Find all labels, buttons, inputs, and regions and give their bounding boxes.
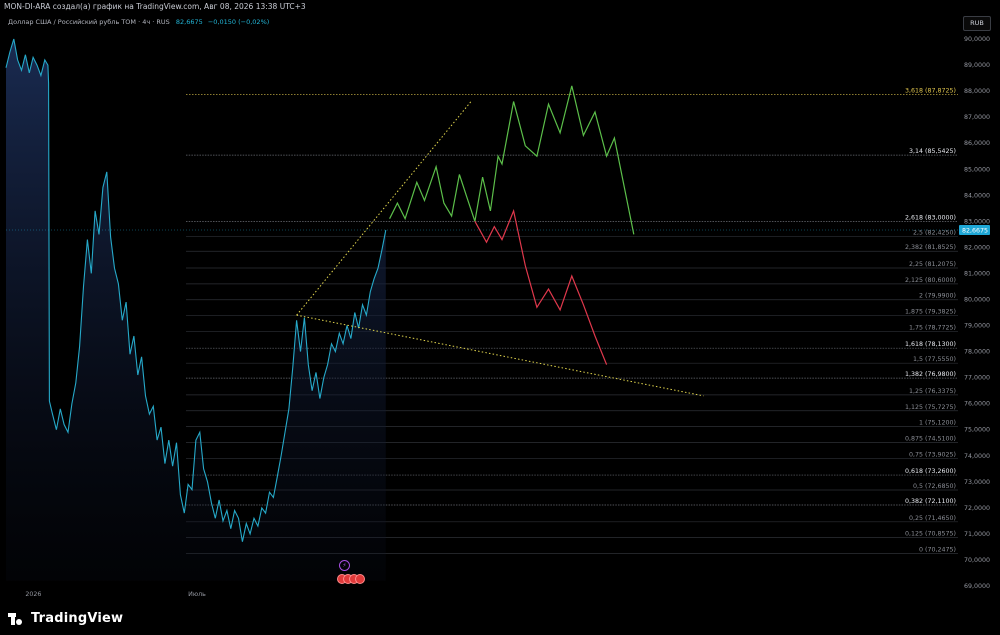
fib-level-label: 1,5 (77,5550) [913,356,956,363]
x-tick-label: Июль [188,591,206,598]
symbol-legend[interactable]: Доллар США / Российский рубль TOM · 4ч ·… [8,18,269,26]
fib-level-label: 1,875 (79,3825) [905,309,956,316]
footer [0,602,1000,635]
fib-level-label: 0,382 (72,1100) [905,498,956,505]
fib-level-label: 1,382 (76,9800) [905,371,956,378]
fib-level-label: 0,618 (73,2600) [905,468,956,475]
price-area [6,39,386,581]
fib-level-label: 0,25 (71,4650) [909,515,956,522]
y-tick-label: 77,0000 [964,375,990,382]
y-tick-label: 74,0000 [964,453,990,460]
y-tick-label: 82,0000 [964,244,990,251]
y-tick-label: 72,0000 [964,505,990,512]
y-tick-label: 89,0000 [964,62,990,69]
symbol-change: −0,0150 (−0,02%) [207,18,270,26]
fib-level-label: 2,382 (81,8525) [905,244,956,251]
y-tick-label: 78,0000 [964,349,990,356]
y-tick-label: 70,0000 [964,557,990,564]
y-tick-label: 87,0000 [964,114,990,121]
y-tick-label: 83,0000 [964,218,990,225]
y-tick-label: 84,0000 [964,192,990,199]
y-tick-label: 80,0000 [964,296,990,303]
y-tick-label: 85,0000 [964,166,990,173]
fib-level-label: 0,875 (74,5100) [905,435,956,442]
y-tick-label: 75,0000 [964,427,990,434]
lightning-icon[interactable]: ⚡ [339,560,350,571]
y-tick-label: 81,0000 [964,270,990,277]
tradingview-logo-icon [8,612,26,625]
fib-level-label: 0,5 (72,6850) [913,483,956,490]
fib-level-label: 1,25 (76,3375) [909,388,956,395]
y-tick-label: 90,0000 [964,36,990,43]
flag-usa-icon[interactable] [355,574,365,584]
y-tick-label: 76,0000 [964,401,990,408]
fib-level-label: 1 (75,1200) [919,420,956,427]
fib-level-label: 0,75 (73,9025) [909,451,956,458]
fib-level-label: 2,618 (83,0000) [905,214,956,221]
fib-level-label: 1,75 (78,7725) [909,324,956,331]
tradingview-logo[interactable]: TradingView [8,611,123,626]
fib-level-label: 3,618 (87,8725) [905,87,956,94]
price-chart[interactable]: 3,618 (87,8725) 3,14 (85,5425) 2,618 (83,0… [0,0,1000,602]
fib-level-label: 2,25 (81,2075) [909,261,956,268]
fib-level-label: 2 (79,9900) [919,293,956,300]
symbol-description: Доллар США / Российский рубль TOM · 4ч ·… [8,18,170,26]
currency-button[interactable]: RUB [963,16,991,31]
brand-name: TradingView [31,611,124,626]
fib-level-label: 1,125 (75,7275) [905,404,956,411]
x-tick-label: 2026 [25,591,41,598]
fib-level-label: 0 (70,2475) [919,547,956,554]
red-scenario-path [474,208,608,365]
y-tick-label: 69,0000 [964,583,990,590]
y-tick-label: 79,0000 [964,323,990,330]
green-scenario-path [389,85,635,235]
fib-level-label: 2,125 (80,6000) [905,277,956,284]
fib-level-label: 0,125 (70,8575) [905,531,956,538]
y-tick-label: 71,0000 [964,531,990,538]
symbol-price: 82,6675 [175,18,203,26]
fib-level-label: 1,618 (78,1300) [905,341,956,348]
last-price-label: 82,6675 [962,227,988,234]
fib-level-label: 3,14 (85,5425) [909,148,956,155]
y-tick-label: 88,0000 [964,88,990,95]
fib-level-label: 2,5 (82,4250) [913,229,956,236]
y-tick-label: 86,0000 [964,140,990,147]
y-tick-label: 73,0000 [964,479,990,486]
